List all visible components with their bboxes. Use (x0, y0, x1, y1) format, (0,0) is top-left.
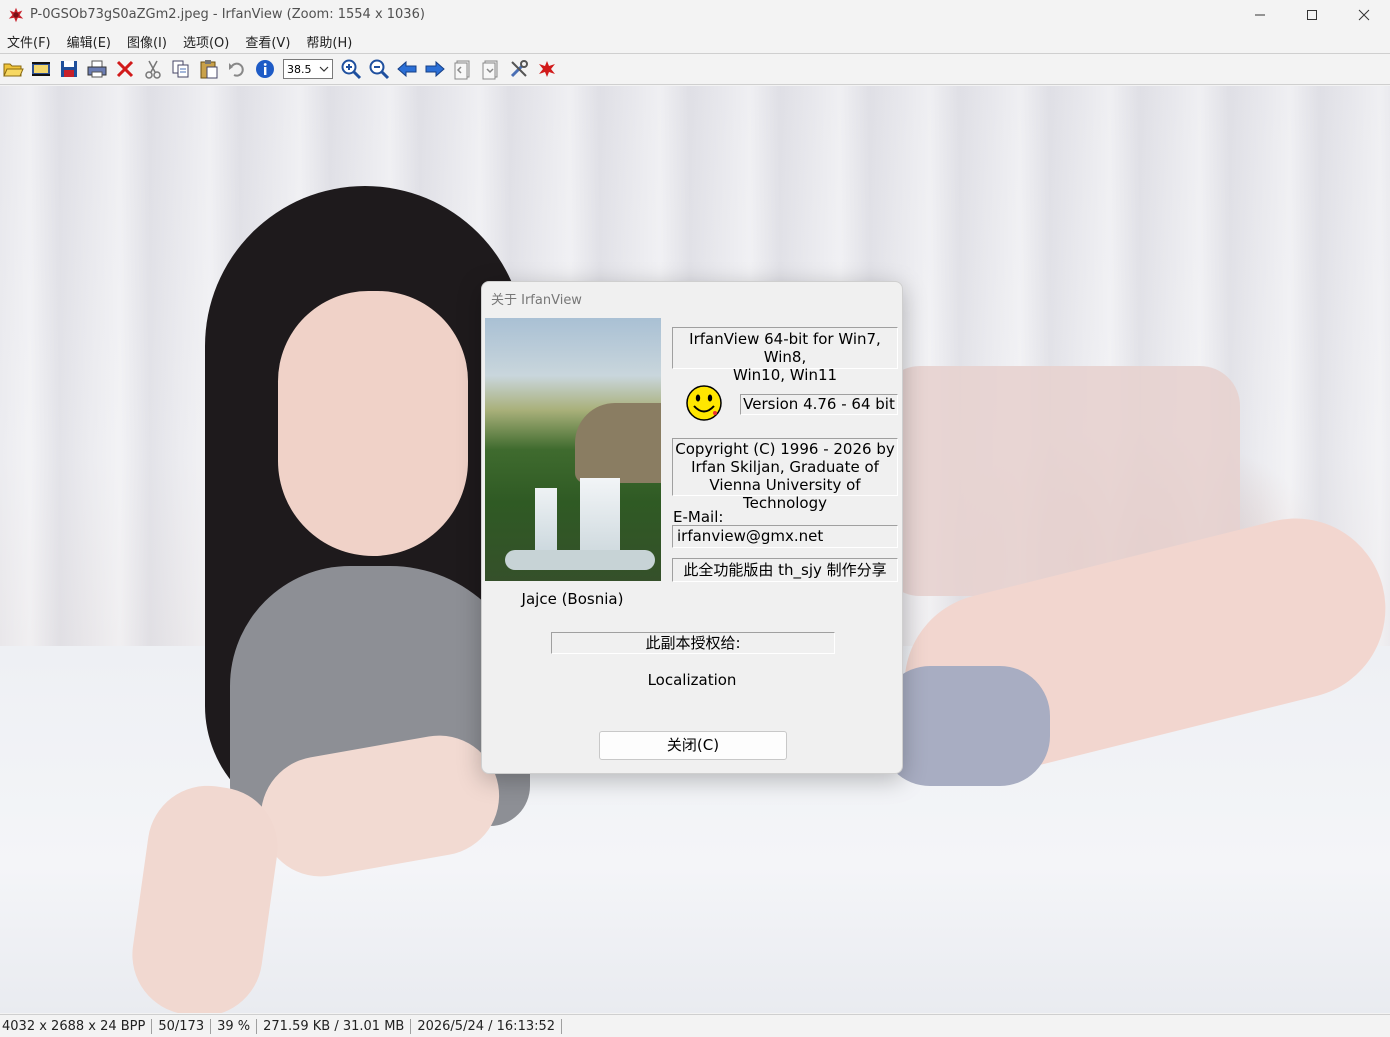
paste-icon (200, 60, 218, 79)
title-bar: P-0GSOb73gS0aZGm2.jpeg - IrfanView (Zoom… (0, 0, 1390, 29)
save-button[interactable] (57, 57, 81, 81)
last-page-icon (482, 60, 498, 80)
menu-edit[interactable]: 编辑(E) (59, 32, 119, 51)
product-line-2: Win10, Win11 (732, 366, 838, 384)
zoom-in-icon (341, 59, 362, 80)
copyright-box: Copyright (C) 1996 - 2026 by Irfan Skilj… (672, 438, 898, 512)
window-controls (1234, 0, 1390, 29)
status-file-size: 271.59 KB / 31.01 MB (257, 1018, 412, 1034)
menu-bar: 文件(F) 编辑(E) 图像(I) 选项(O) 查看(V) 帮助(H) (0, 29, 1390, 54)
paste-button[interactable] (197, 57, 221, 81)
print-icon (87, 60, 107, 78)
maximize-icon (1307, 9, 1317, 20)
print-button[interactable] (85, 57, 109, 81)
zoom-combo[interactable]: 38.5 (283, 59, 333, 79)
maximize-button[interactable] (1286, 0, 1338, 29)
undo-icon (229, 62, 244, 77)
delete-button[interactable] (113, 57, 137, 81)
photo-face (278, 291, 468, 556)
zoom-out-icon (369, 59, 390, 80)
delete-icon (116, 60, 134, 78)
cut-icon (145, 60, 161, 79)
next-icon (425, 60, 445, 78)
zoom-in-button[interactable] (339, 57, 363, 81)
status-bar: 4032 x 2688 x 24 BPP 50/173 39 % 271.59 … (0, 1014, 1390, 1037)
cut-button[interactable] (141, 57, 165, 81)
last-page-button[interactable] (479, 57, 503, 81)
previous-icon (397, 60, 417, 78)
copy-button[interactable] (169, 57, 193, 81)
photo-waterfall-right (580, 478, 620, 558)
irfanview-logo-button[interactable] (535, 57, 559, 81)
email-label: E-Mail: (673, 508, 724, 526)
menu-help[interactable]: 帮助(H) (298, 32, 360, 51)
previous-button[interactable] (395, 57, 419, 81)
save-icon (61, 61, 77, 77)
status-dimensions: 4032 x 2688 x 24 BPP (0, 1018, 153, 1034)
info-icon (256, 60, 274, 78)
localization-label: Localization (647, 671, 737, 689)
copyright-line-1: Copyright (C) 1996 - 2026 by (675, 440, 895, 458)
status-datetime: 2026/5/24 / 16:13:52 (411, 1018, 563, 1034)
undo-button[interactable] (225, 57, 249, 81)
share-note: 此全功能版由 th_sjy 制作分享 (672, 558, 898, 582)
zoom-value: 38.5 (287, 62, 312, 76)
product-info-box: IrfanView 64-bit for Win7, Win8, Win10, … (672, 327, 898, 384)
info-button[interactable] (253, 57, 277, 81)
menu-file[interactable]: 文件(F) (0, 32, 59, 51)
open-button[interactable] (1, 57, 25, 81)
toolbar: 38.5 (0, 54, 1390, 85)
irfanview-logo-icon (539, 61, 555, 77)
close-icon (1358, 9, 1370, 20)
menu-view[interactable]: 查看(V) (237, 32, 298, 51)
copyright-line-3: Vienna University of Technology (709, 476, 861, 512)
photo-caption: Jajce (Bosnia) (521, 590, 624, 608)
version-box: Version 4.76 - 64 bit (740, 394, 898, 415)
next-button[interactable] (423, 57, 447, 81)
zoom-out-button[interactable] (367, 57, 391, 81)
status-index: 50/173 (152, 1018, 212, 1034)
license-box: 此副本授权给: (551, 632, 835, 654)
first-page-button[interactable] (451, 57, 475, 81)
about-dialog: 关于 IrfanView Jajce (Bosnia) IrfanView 64… (481, 281, 903, 774)
product-line-1: IrfanView 64-bit for Win7, Win8, (689, 330, 881, 366)
minimize-button[interactable] (1234, 0, 1286, 29)
thumbnails-icon (32, 62, 50, 76)
settings-button[interactable] (507, 57, 531, 81)
copyright-line-2: Irfan Skiljan, Graduate of (691, 458, 879, 476)
smiley-icon (684, 383, 724, 423)
close-window-button[interactable] (1338, 0, 1390, 29)
first-page-icon (454, 60, 470, 80)
window-title: P-0GSOb73gS0aZGm2.jpeg - IrfanView (Zoom… (30, 7, 425, 22)
chevron-down-icon (319, 66, 329, 72)
thumbnails-button[interactable] (29, 57, 53, 81)
menu-options[interactable]: 选项(O) (175, 32, 237, 51)
email-link[interactable]: irfanview@gmx.net (672, 525, 898, 548)
copy-icon (172, 60, 189, 78)
settings-icon (510, 60, 528, 78)
close-button[interactable]: 关闭(C) (599, 731, 787, 760)
photo-waterfall-left (535, 488, 557, 558)
photo-cliff (575, 403, 661, 483)
irfanview-app-icon (8, 7, 24, 22)
photo-pool (505, 550, 655, 570)
status-zoom: 39 % (211, 1018, 258, 1034)
minimize-icon (1255, 14, 1265, 15)
waterfall-photo (485, 318, 661, 581)
menu-image[interactable]: 图像(I) (119, 32, 175, 51)
dialog-title: 关于 IrfanView (491, 293, 582, 308)
photo-shorts (880, 666, 1050, 786)
open-icon (3, 63, 24, 77)
